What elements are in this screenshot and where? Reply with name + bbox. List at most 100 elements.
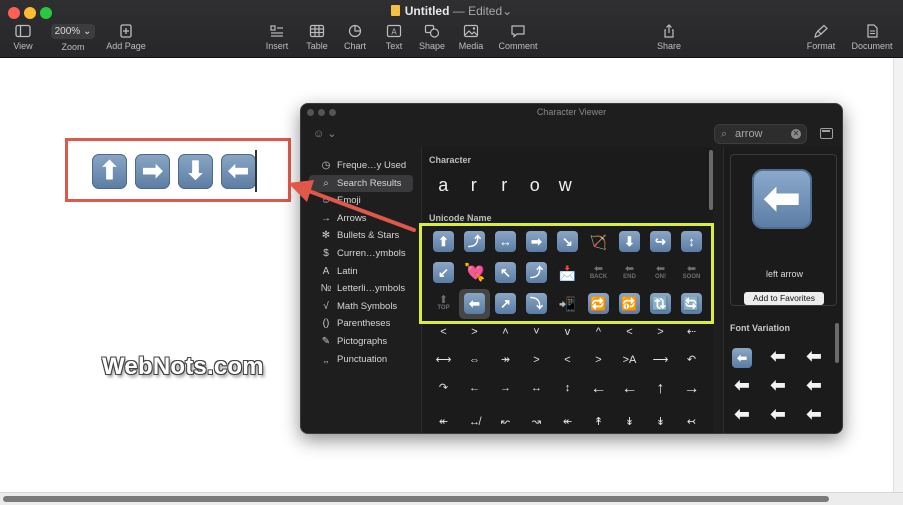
sidebar-item-latin[interactable]: A Latin: [309, 263, 413, 280]
symbol-result-cell[interactable]: <: [552, 349, 583, 372]
sidebar-item-letterli-ymbols[interactable]: № Letterli…ymbols: [309, 280, 413, 297]
zoom-value[interactable]: 200% ⌄: [51, 24, 95, 39]
add-page-button[interactable]: Add Page: [104, 24, 148, 51]
font-variation-cell[interactable]: ⬅: [729, 343, 755, 369]
symbol-result-cell[interactable]: ↡: [614, 411, 645, 433]
symbol-result-cell[interactable]: ↮: [459, 411, 490, 433]
font-variation-cell[interactable]: ⬅: [765, 372, 791, 398]
font-variation-cell[interactable]: ⬅: [765, 343, 791, 369]
symbol-result-cell[interactable]: ←: [583, 377, 614, 400]
character-letter[interactable]: w: [550, 175, 581, 196]
text-button[interactable]: A Text: [380, 24, 408, 51]
symbol-result-cell[interactable]: →: [676, 377, 707, 400]
comment-button[interactable]: Comment: [496, 24, 540, 51]
horizontal-scrollbar[interactable]: [0, 492, 903, 505]
clear-search-icon[interactable]: ✕: [791, 129, 801, 139]
search-field[interactable]: ⌕ ✕: [714, 124, 807, 144]
symbol-result-cell[interactable]: ˅: [521, 321, 552, 344]
symbol-result-cell[interactable]: ⟷: [428, 349, 459, 372]
symbol-result-cell[interactable]: →: [490, 377, 521, 400]
font-variation-cell[interactable]: ⬅: [765, 430, 791, 433]
up-arrow-emoji[interactable]: ⬆: [92, 154, 127, 189]
symbol-result-cell[interactable]: ˂: [428, 321, 459, 344]
document-status[interactable]: Edited: [468, 4, 502, 18]
toggle-panel-icon[interactable]: [820, 128, 833, 139]
close-window-button[interactable]: [8, 7, 20, 19]
left-arrow-emoji[interactable]: ⬅: [221, 154, 256, 189]
sidebar-item-parentheses[interactable]: () Parentheses: [309, 315, 413, 332]
symbol-result-cell[interactable]: ↝: [521, 411, 552, 433]
right-arrow-emoji[interactable]: ➡: [135, 154, 170, 189]
symbol-result-cell[interactable]: ⇔: [459, 349, 490, 372]
document-button[interactable]: Document: [849, 24, 895, 51]
font-variation-cell[interactable]: ⬅: [801, 401, 827, 427]
symbol-result-cell[interactable]: >: [645, 321, 676, 344]
document-dash: —: [452, 4, 465, 18]
smiley-menu-icon[interactable]: ☺ ⌄: [313, 127, 337, 140]
sidebar-item-pictographs[interactable]: ✎ Pictographs: [309, 333, 413, 350]
symbol-result-cell[interactable]: ˄: [490, 321, 521, 344]
add-to-favorites-button[interactable]: Add to Favorites: [744, 292, 824, 305]
symbol-result-cell[interactable]: ↔: [521, 377, 552, 400]
maximize-window-button[interactable]: [40, 7, 52, 19]
format-button[interactable]: Format: [805, 24, 837, 51]
symbol-result-cell[interactable]: ↑: [645, 377, 676, 400]
character-letter[interactable]: r: [489, 175, 520, 196]
watermark: WebNots.com: [102, 353, 264, 380]
search-input[interactable]: [735, 127, 790, 141]
font-variation-cell[interactable]: ⬅: [729, 430, 755, 433]
font-variation-cell[interactable]: ⬅: [729, 401, 755, 427]
font-variation-cell[interactable]: ⬅: [729, 372, 755, 398]
sidebar-item-punctuation[interactable]: ‚‚ Punctuation: [309, 351, 413, 368]
symbol-result-cell[interactable]: ˃: [459, 321, 490, 344]
symbol-result-cell[interactable]: v: [552, 321, 583, 344]
symbol-result-cell[interactable]: ^: [583, 321, 614, 344]
symbol-result-cell[interactable]: ↜: [490, 411, 521, 433]
symbol-result-cell[interactable]: ↟: [583, 411, 614, 433]
shape-button[interactable]: Shape: [417, 24, 447, 51]
insert-button[interactable]: Insert: [262, 24, 292, 51]
font-variation-scrollbar[interactable]: [835, 323, 839, 363]
chart-button[interactable]: Chart: [341, 24, 369, 51]
font-variation-cell[interactable]: ⬅: [801, 372, 827, 398]
category-icon: (): [322, 318, 330, 330]
character-viewer-window: Character Viewer ☺ ⌄ ⌕ ✕ ◷Freque…y Used⌕…: [300, 103, 843, 434]
font-variation-cell[interactable]: ⬅: [801, 343, 827, 369]
media-button[interactable]: Media: [456, 24, 486, 51]
minimize-window-button[interactable]: [24, 7, 36, 19]
symbol-result-cell[interactable]: <: [614, 321, 645, 344]
zoom-control[interactable]: 200% ⌄ Zoom: [50, 24, 96, 52]
sidebar-item-curren-ymbols[interactable]: $ Curren…ymbols: [309, 245, 413, 262]
symbol-result-cell[interactable]: ←: [614, 377, 645, 400]
horizontal-scrollbar-thumb[interactable]: [3, 496, 829, 502]
symbol-result-cell[interactable]: ↡: [645, 411, 676, 433]
character-letter[interactable]: r: [459, 175, 490, 196]
vertical-scrollbar[interactable]: [893, 58, 903, 492]
share-button[interactable]: Share: [653, 24, 685, 51]
symbol-result-cell[interactable]: ↷: [428, 377, 459, 400]
symbol-result-cell[interactable]: >: [521, 349, 552, 372]
preview-character[interactable]: ⬅: [752, 169, 812, 229]
symbol-result-cell[interactable]: ↞: [428, 411, 459, 433]
font-variation-cell[interactable]: ⬅: [801, 430, 827, 433]
view-button[interactable]: View: [9, 24, 37, 51]
symbol-result-cell[interactable]: ↕: [552, 377, 583, 400]
character-letter[interactable]: o: [520, 175, 551, 196]
table-label: Table: [306, 41, 328, 51]
chart-icon: [348, 24, 362, 38]
results-scrollbar[interactable]: [709, 150, 713, 210]
table-button[interactable]: Table: [303, 24, 331, 51]
down-arrow-emoji[interactable]: ⬇: [178, 154, 213, 189]
symbol-result-cell[interactable]: >: [583, 349, 614, 372]
font-variation-cell[interactable]: ⬅: [765, 401, 791, 427]
symbol-result-cell[interactable]: ↢: [676, 411, 707, 433]
symbol-result-cell[interactable]: ←: [459, 377, 490, 400]
symbol-result-cell[interactable]: >A: [614, 349, 645, 372]
symbol-result-cell[interactable]: ⟶: [645, 349, 676, 372]
symbol-result-cell[interactable]: ↶: [676, 349, 707, 372]
symbol-result-cell[interactable]: ↞: [552, 411, 583, 433]
search-icon: ⌕: [721, 128, 728, 140]
symbol-result-cell[interactable]: ↠: [490, 349, 521, 372]
sidebar-item-math-symbols[interactable]: √ Math Symbols: [309, 298, 413, 315]
symbol-result-cell[interactable]: ⇠: [676, 321, 707, 344]
